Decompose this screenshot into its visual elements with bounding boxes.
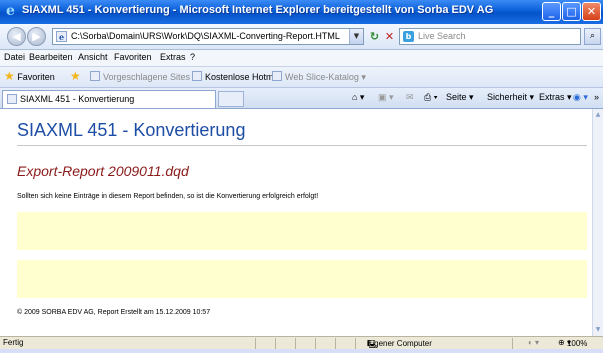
security-menu[interactable]: Sicherheit ▾	[487, 92, 534, 103]
search-button[interactable]: ⌕	[584, 28, 601, 45]
report-entries-row	[17, 212, 587, 250]
suggested-sites-label: Vorgeschlagene Sites ▾	[103, 72, 198, 82]
tools-menu[interactable]: Extras ▾	[539, 92, 572, 103]
favorites-bar: ★ Favoriten ★ Vorgeschlagene Sites ▾ Kos…	[0, 67, 603, 88]
stop-icon[interactable]: ✕	[382, 29, 397, 44]
favorites-star-icon: ★	[4, 69, 15, 83]
hotmail-link[interactable]: Kostenlose Hotmail	[192, 71, 283, 82]
help-icon[interactable]: ◉ ▾	[573, 92, 588, 103]
menu-bar: Datei Bearbeiten Ansicht Favoriten Extra…	[0, 50, 603, 67]
forward-button[interactable]: ▶	[27, 27, 46, 46]
suggested-sites-link[interactable]: Vorgeschlagene Sites ▾	[90, 71, 197, 83]
page-icon	[7, 94, 17, 104]
maximize-button[interactable]: □	[562, 2, 581, 21]
menu-item-help[interactable]: ?	[190, 52, 195, 62]
tab-bar: SIAXML 451 - Konvertierung ⌂ ▾ ▣ ▾ ✉ ⎙ ▾…	[0, 88, 603, 109]
report-entries-row	[17, 260, 587, 298]
menu-item-favoriten[interactable]: Favoriten	[114, 52, 152, 62]
live-search-icon: b	[403, 31, 414, 42]
refresh-icon[interactable]: ↻	[367, 29, 382, 44]
address-dropdown-icon[interactable]: ▼	[349, 29, 363, 44]
hotmail-label: Kostenlose Hotmail	[205, 72, 283, 82]
home-icon[interactable]: ⌂ ▾	[352, 92, 364, 103]
page-icon: e	[56, 31, 67, 42]
tab-title: SIAXML 451 - Konvertierung	[20, 94, 135, 104]
favorites-button[interactable]: ★ Favoriten	[4, 69, 55, 83]
add-favorite-icon[interactable]: ★	[70, 69, 81, 83]
minimize-button[interactable]: _	[542, 2, 561, 21]
ie-logo-icon: e	[6, 3, 15, 19]
new-tab-button[interactable]	[218, 91, 244, 107]
page-icon	[272, 71, 282, 81]
report-note: Sollten sich keine Einträge in diesem Re…	[17, 193, 319, 200]
window-title: SIAXML 451 - Konvertierung - Microsoft I…	[22, 4, 494, 16]
divider	[275, 338, 276, 349]
page-menu[interactable]: Seite ▾	[446, 92, 474, 103]
page-footer: © 2009 SORBA EDV AG, Report Erstellt am …	[17, 309, 211, 316]
favorites-label: Favoriten	[17, 72, 55, 82]
title-bar: e SIAXML 451 - Konvertierung - Microsoft…	[0, 0, 603, 24]
feeds-icon[interactable]: ▣ ▾	[378, 92, 394, 103]
vertical-scrollbar[interactable]: ▲ ▼	[592, 109, 603, 336]
menu-item-datei[interactable]: Datei	[4, 52, 25, 62]
mail-icon[interactable]: ✉	[406, 92, 414, 103]
address-url: C:\Sorba\Domain\URS\Work\DQ\SIAXML-Conve…	[71, 31, 340, 41]
zone-label: Eigener Computer	[367, 339, 432, 348]
divider	[512, 338, 513, 349]
page-icon	[90, 71, 100, 81]
page-icon	[192, 71, 202, 81]
web-slice-link[interactable]: Web Slice-Katalog ▾	[272, 71, 366, 83]
page-title: SIAXML 451 - Konvertierung	[17, 120, 246, 140]
status-text: Fertig	[3, 338, 24, 347]
search-input[interactable]: b Live Search	[399, 28, 581, 45]
search-placeholder: Live Search	[418, 31, 466, 41]
scroll-down-icon[interactable]: ▼	[594, 325, 602, 335]
divider	[17, 145, 587, 146]
back-button[interactable]: ◀	[7, 27, 26, 46]
divider	[335, 338, 336, 349]
divider	[295, 338, 296, 349]
address-field[interactable]: e C:\Sorba\Domain\URS\Work\DQ\SIAXML-Con…	[52, 28, 364, 45]
close-button[interactable]: ✕	[582, 2, 601, 21]
status-bar: Fertig 🖳 Eigener Computer ◐ ▾ ⊕ 100% ▾	[0, 336, 603, 349]
chevron-right-icon[interactable]: »	[594, 92, 599, 102]
divider	[315, 338, 316, 349]
scroll-up-icon[interactable]: ▲	[594, 110, 602, 120]
report-title: Export-Report 2009011.dqd	[17, 163, 189, 179]
print-icon[interactable]: ⎙ ▾	[424, 92, 437, 103]
tab-siaxml[interactable]: SIAXML 451 - Konvertierung	[2, 90, 216, 108]
web-slice-label: Web Slice-Katalog ▾	[285, 72, 366, 82]
menu-item-bearbeiten[interactable]: Bearbeiten	[29, 52, 73, 62]
menu-item-ansicht[interactable]: Ansicht	[78, 52, 108, 62]
divider	[355, 338, 356, 349]
zoom-control[interactable]: ⊕ 100% ▾	[558, 338, 587, 348]
protected-mode-icon[interactable]: ◐ ▾	[528, 338, 539, 347]
divider	[255, 338, 256, 349]
zoom-level: 100%	[566, 339, 588, 348]
menu-item-extras[interactable]: Extras	[160, 52, 186, 62]
address-toolbar: ◀ ▶ e C:\Sorba\Domain\URS\Work\DQ\SIAXML…	[0, 24, 603, 50]
